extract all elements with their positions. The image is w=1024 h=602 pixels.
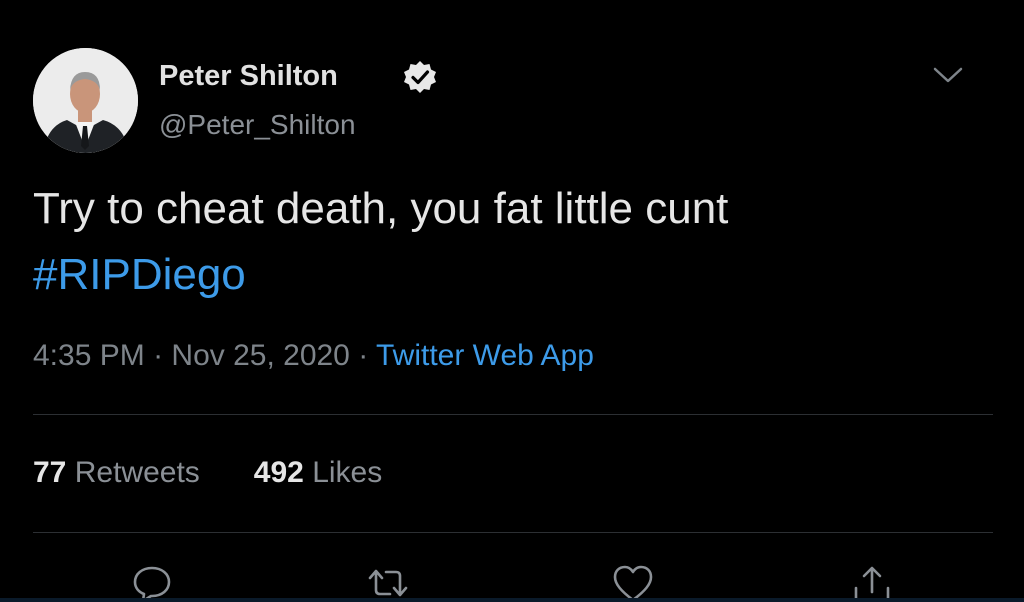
divider	[33, 532, 993, 533]
divider	[33, 414, 993, 415]
tweet-source-link[interactable]: Twitter Web App	[376, 339, 594, 372]
tweet-text: Try to cheat death, you fat little cunt	[33, 184, 729, 233]
user-handle[interactable]: @Peter_Shilton	[159, 109, 356, 141]
verified-badge-icon	[402, 59, 438, 95]
avatar-image	[33, 48, 138, 153]
chevron-down-icon[interactable]	[931, 62, 965, 88]
retweets-label: Retweets	[74, 456, 200, 489]
tweet-stats: 77 Retweets 492 Likes	[33, 456, 382, 490]
avatar[interactable]	[33, 48, 138, 153]
likes-count: 492	[253, 456, 304, 489]
likes-label: Likes	[312, 456, 383, 489]
tweet-metadata: 4:35 PM · Nov 25, 2020 · Twitter Web App	[33, 339, 594, 373]
share-icon[interactable]	[850, 562, 894, 602]
display-name[interactable]: Peter Shilton	[159, 60, 338, 93]
heart-icon[interactable]	[611, 562, 655, 602]
retweet-icon[interactable]	[366, 562, 410, 602]
hashtag-link[interactable]: #RIPDiego	[33, 247, 246, 302]
bottom-edge	[0, 598, 1024, 602]
retweets-count: 77	[33, 456, 67, 489]
meta-separator: ·	[144, 339, 172, 372]
retweets-stat[interactable]: 77 Retweets	[33, 456, 200, 489]
tweet-date[interactable]: Nov 25, 2020	[171, 339, 349, 372]
reply-icon[interactable]	[130, 562, 174, 602]
tweet-time[interactable]: 4:35 PM	[33, 339, 145, 372]
likes-stat[interactable]: 492 Likes	[254, 456, 382, 489]
meta-separator: ·	[349, 339, 376, 372]
